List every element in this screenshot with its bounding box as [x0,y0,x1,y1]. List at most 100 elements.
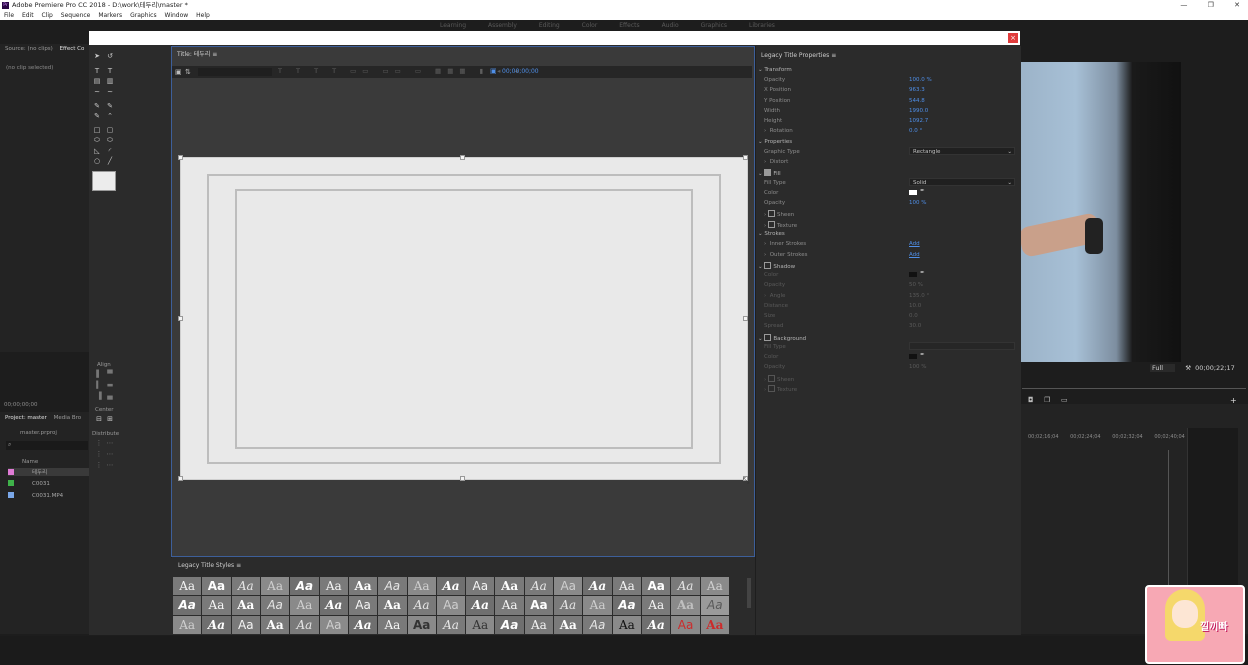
title-style-swatch[interactable]: Aa [671,577,700,596]
title-style-swatch[interactable]: Aa [583,615,612,634]
title-style-swatch[interactable]: Aa [231,577,260,596]
resize-handle[interactable] [743,155,748,160]
title-style-swatch[interactable]: Aa [436,596,466,615]
project-search-input[interactable]: ⌕ [6,441,88,450]
background-checkbox[interactable] [764,334,772,341]
workspace-color[interactable]: Color [582,22,598,29]
resize-handle[interactable] [178,476,183,481]
title-style-swatch[interactable]: Aa [466,577,495,596]
program-time-ruler[interactable] [1022,384,1246,389]
new-title-icon[interactable]: ▣ [175,68,182,76]
title-style-swatch[interactable]: Aa [436,577,466,596]
arc-tool-icon[interactable]: ◜ [106,148,114,155]
align-right-icon[interactable]: ▐ [95,393,103,400]
title-style-swatch[interactable]: Aa [173,615,202,634]
title-style-swatch[interactable]: Aa [260,577,290,596]
title-style-swatch[interactable]: Aa [554,577,583,596]
texture-row[interactable]: › Texture [764,221,797,229]
timeline-ruler[interactable]: 00;02;16;04 00;02;24;04 00;02;32;04 00;0… [1028,434,1195,440]
ellipse-tool-icon[interactable]: ○ [93,158,101,165]
align-vcenter-icon[interactable]: ▬ [106,382,114,389]
menu-help[interactable]: Help [196,12,210,19]
background-row[interactable]: ⌄ Background [758,334,806,342]
center-vertical-icon[interactable]: ⊞ [106,416,114,423]
workspace-audio[interactable]: Audio [662,22,679,29]
line-tool-icon[interactable]: ╱ [106,158,114,165]
menu-window[interactable]: Window [165,12,189,19]
menu-file[interactable]: File [4,12,14,19]
title-style-swatch[interactable]: Aa [202,596,231,615]
title-style-swatch[interactable]: Aa [260,615,290,634]
title-style-swatch[interactable]: Aa [495,596,524,615]
resize-handle[interactable] [460,476,465,481]
title-style-swatch[interactable]: Aa [260,596,290,615]
workspace-learning[interactable]: Learning [440,22,466,29]
title-style-swatch[interactable]: Aa [231,615,260,634]
distribute-center-icon[interactable]: ⋮ [95,451,103,458]
title-style-swatch[interactable]: Aa [671,615,700,634]
dialog-close-button[interactable]: × [1008,33,1018,43]
tab-effect-controls[interactable]: Effect Co [60,46,85,52]
wedge-tool-icon[interactable]: ◺ [93,148,101,155]
workspace-assembly[interactable]: Assembly [488,22,517,29]
type-tool-icon[interactable]: T [93,68,101,75]
maximize-button[interactable]: ❐ [1208,1,1214,9]
title-style-swatch[interactable]: Aa [642,577,671,596]
title-style-swatch[interactable]: Aa [524,596,554,615]
workspace-editing[interactable]: Editing [539,22,560,29]
title-style-swatch[interactable]: Aa [173,577,202,596]
area-type-tool-icon[interactable]: ▤ [93,78,101,85]
fill-checkbox[interactable] [764,169,772,176]
tab-project[interactable]: Project: master [5,415,47,421]
sheen-row[interactable]: › Sheen [764,210,794,218]
workspace-effects[interactable]: Effects [619,22,639,29]
title-style-swatch[interactable]: Aa [612,596,642,615]
title-style-swatch[interactable]: Aa [348,596,378,615]
background-timecode[interactable]: 00;00;00;00 [502,68,539,75]
shadow-color-swatch[interactable] [909,272,917,277]
fill-opacity-value[interactable]: 100 % [909,200,926,206]
fill-color-swatch[interactable] [909,190,917,195]
title-style-swatch[interactable]: Aa [612,615,642,634]
distribute-bottom-icon[interactable]: ⋯ [106,462,114,469]
outer-strokes-add-link[interactable]: Add [909,252,920,258]
title-style-swatch[interactable]: Aa [407,615,436,634]
title-style-swatch[interactable]: Aa [290,615,319,634]
title-style-swatch[interactable]: Aa [202,615,231,634]
title-style-swatch[interactable]: Aa [290,596,319,615]
resize-handle[interactable] [178,155,183,160]
align-bottom-icon[interactable]: ▄ [106,393,114,400]
title-style-swatch[interactable]: Aa [378,596,407,615]
path-type-tool-icon[interactable]: ~ [93,89,101,96]
zoom-select[interactable]: Full [1150,364,1176,372]
show-background-video-icon[interactable]: ▣ [490,67,497,75]
pen-tool-icon[interactable]: ✎ [93,103,101,110]
menu-markers[interactable]: Markers [98,12,122,19]
close-window-button[interactable]: ✕ [1234,1,1240,9]
resize-handle[interactable] [178,316,183,321]
title-style-swatch[interactable]: Aa [524,615,554,634]
title-style-swatch[interactable]: Aa [524,577,554,596]
title-style-swatch[interactable]: Aa [495,615,524,634]
overlay-icon[interactable]: ❐ [1044,396,1050,404]
title-style-swatch[interactable]: Aa [495,577,524,596]
name-column-header[interactable]: Name [22,459,38,465]
title-style-swatch[interactable]: Aa [378,615,407,634]
opacity-value[interactable]: 100.0 % [909,77,932,83]
title-style-swatch[interactable]: Aa [583,596,612,615]
section-strokes[interactable]: ⌄ Strokes [758,231,785,237]
title-style-swatch[interactable]: Aa [319,615,348,634]
menu-graphics[interactable]: Graphics [130,12,157,19]
distribute-middle-icon[interactable]: ⋯ [106,451,114,458]
title-style-swatch[interactable]: Aa [466,596,495,615]
project-item[interactable]: C0031 [8,480,50,487]
section-transform[interactable]: ⌄ Transform [758,67,792,73]
workspace-graphics[interactable]: Graphics [701,22,728,29]
clipped-corner-tool-icon[interactable]: ⬭ [93,137,101,144]
frame-icon[interactable]: ▭ [1061,396,1068,404]
add-anchor-tool-icon[interactable]: ✎ [93,113,101,120]
x-position-value[interactable]: 963.3 [909,87,925,93]
menu-clip[interactable]: Clip [42,12,53,19]
fill-type-select[interactable]: Solid ⌄ [909,178,1015,186]
title-style-swatch[interactable]: Aa [642,615,671,634]
